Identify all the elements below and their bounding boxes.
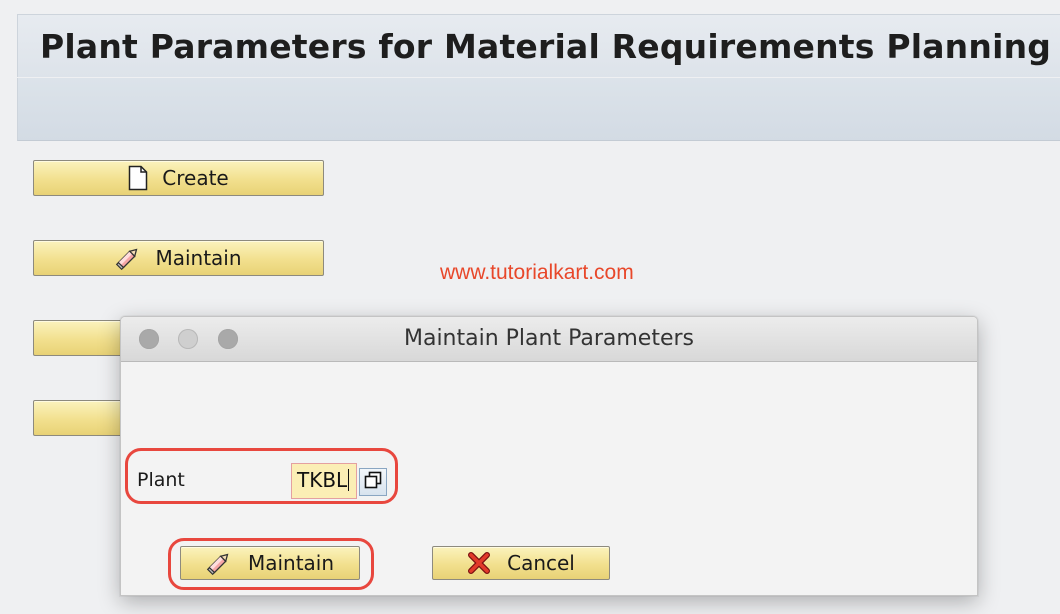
title-bar: Plant Parameters for Material Requiremen… xyxy=(17,14,1060,77)
red-x-icon xyxy=(467,551,491,575)
pencil-icon xyxy=(115,245,141,271)
dialog-maintain-button[interactable]: Maintain xyxy=(180,546,360,580)
maintain-button[interactable]: Maintain xyxy=(33,240,324,276)
dialog-title: Maintain Plant Parameters xyxy=(403,326,695,351)
plant-input[interactable]: TKBL xyxy=(291,463,357,499)
value-help-icon xyxy=(363,470,383,495)
dialog-cancel-button-label: Cancel xyxy=(507,551,575,575)
maintain-plant-parameters-dialog: Maintain Plant Parameters Plant TKBL Mai… xyxy=(120,316,978,596)
dialog-titlebar[interactable]: Maintain Plant Parameters xyxy=(121,317,977,362)
value-help-button[interactable] xyxy=(359,468,387,496)
watermark: www.tutorialkart.com xyxy=(440,261,634,284)
dialog-cancel-button[interactable]: Cancel xyxy=(432,546,610,580)
pencil-icon xyxy=(206,550,232,576)
document-icon xyxy=(128,165,148,191)
maintain-button-label: Maintain xyxy=(155,246,242,270)
delete-button[interactable] xyxy=(33,400,133,436)
plant-label: Plant xyxy=(137,469,185,491)
display-button[interactable] xyxy=(33,320,133,356)
plant-input-value: TKBL xyxy=(297,468,348,492)
page-title: Plant Parameters for Material Requiremen… xyxy=(40,27,1052,66)
text-caret xyxy=(348,469,350,491)
create-button[interactable]: Create xyxy=(33,160,324,196)
create-button-label: Create xyxy=(162,166,229,190)
dialog-body: Plant TKBL Maintain Cancel xyxy=(121,362,977,595)
application-toolbar xyxy=(17,78,1060,141)
dialog-maintain-button-label: Maintain xyxy=(247,551,335,575)
